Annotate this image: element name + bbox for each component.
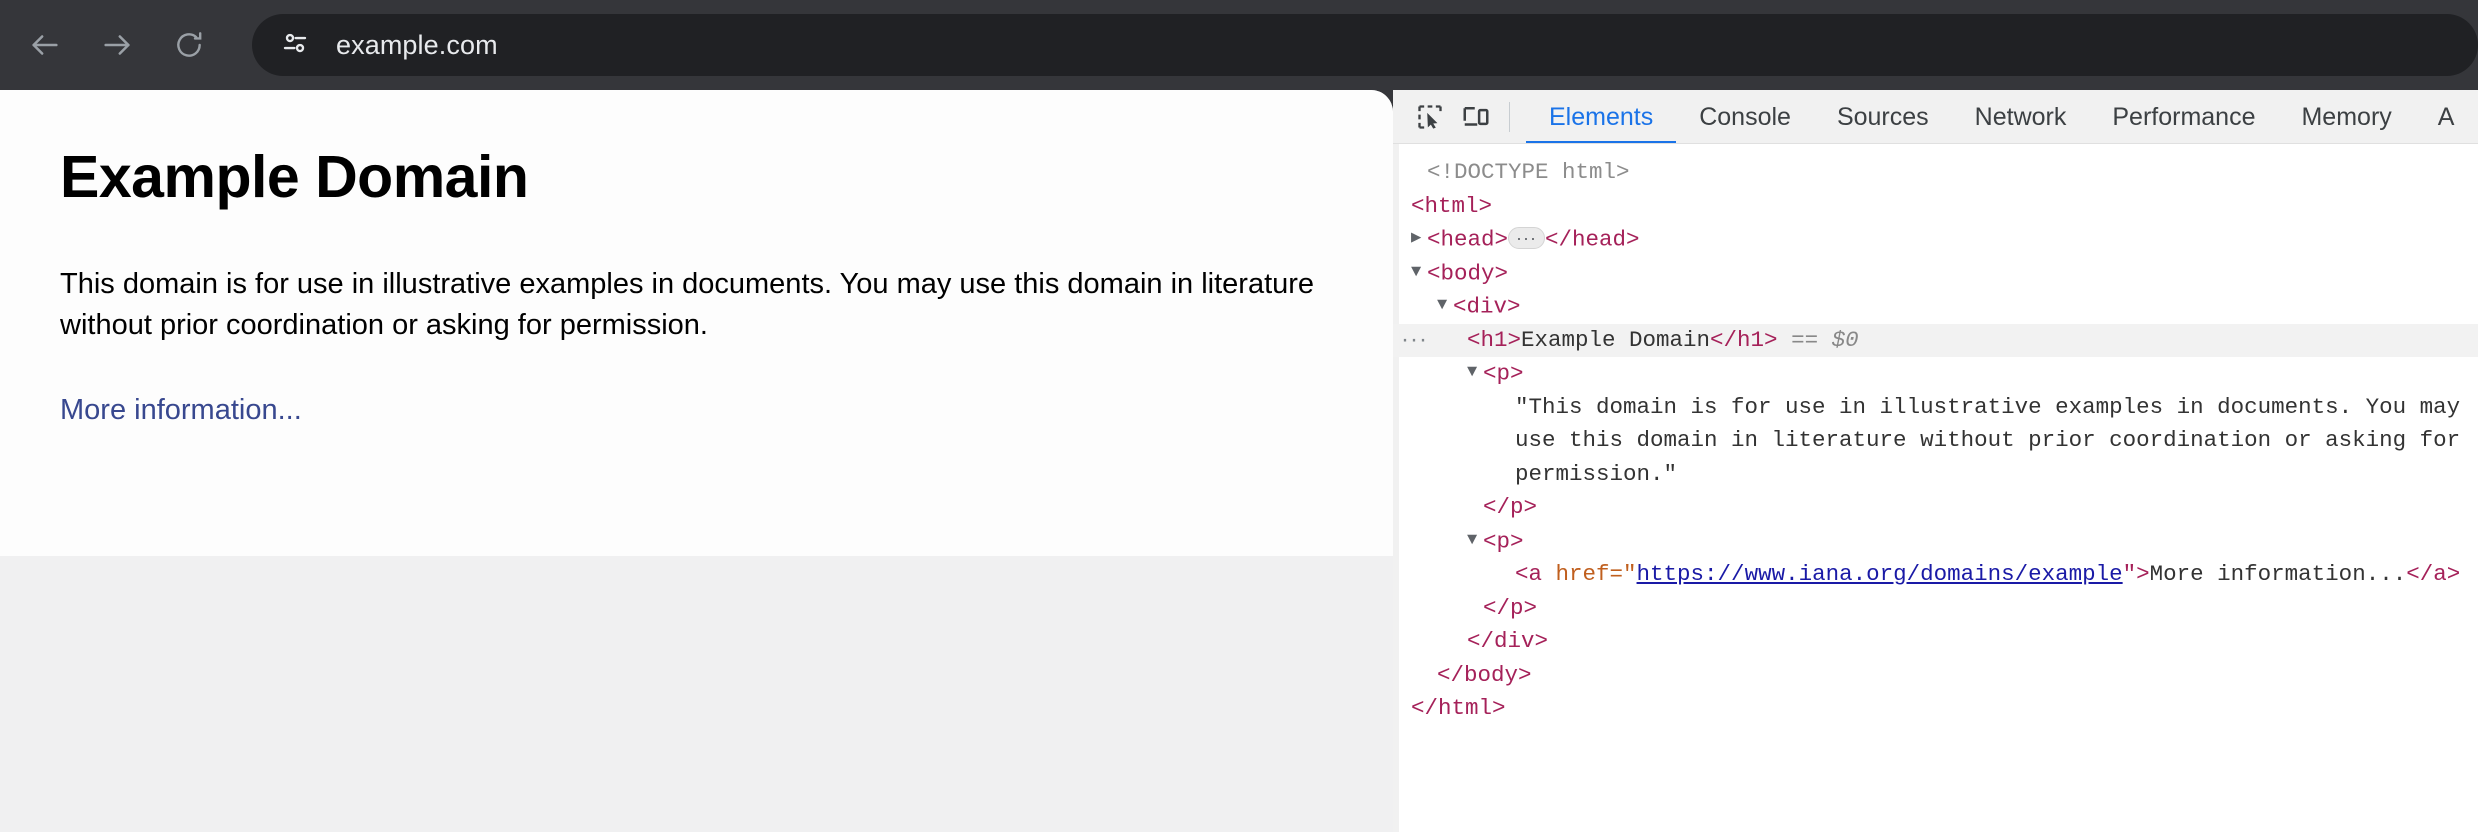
a-href-attr-value[interactable]: https://www.iana.org/domains/example bbox=[1637, 561, 2123, 587]
expand-triangle-expanded-icon[interactable]: ▼ bbox=[1467, 524, 1483, 558]
content-area: Example Domain This domain is for use in… bbox=[0, 90, 2478, 832]
dom-row-p1-text-line1[interactable]: "This domain is for use in illustrative … bbox=[1393, 391, 2478, 425]
a-eq-quote: =" bbox=[1609, 561, 1637, 587]
dom-row-body-open[interactable]: ▼ <body> bbox=[1393, 257, 2478, 291]
selected-node-marker: == $0 bbox=[1791, 326, 1859, 353]
dom-row-p1-close[interactable]: </p> bbox=[1393, 491, 2478, 525]
dom-row-div-open[interactable]: ▼ <div> bbox=[1393, 290, 2478, 324]
expand-triangle-expanded-icon[interactable]: ▼ bbox=[1437, 289, 1453, 323]
forward-button[interactable] bbox=[86, 14, 148, 76]
arrow-left-icon bbox=[28, 28, 62, 62]
expand-triangle-expanded-icon[interactable]: ▼ bbox=[1467, 356, 1483, 390]
p1-open-tag: <p> bbox=[1483, 360, 1524, 387]
url-text[interactable]: example.com bbox=[336, 30, 498, 61]
devtools-panel: Elements Console Sources Network Perform… bbox=[1393, 90, 2478, 832]
dom-row-body-close[interactable]: </body> bbox=[1393, 659, 2478, 693]
dom-tree[interactable]: <!DOCTYPE html> <html> ▶ <head> ··· </head>… bbox=[1393, 144, 2478, 832]
toolbar-divider bbox=[1509, 101, 1510, 132]
h1-open-tag: <h1> bbox=[1467, 326, 1522, 353]
page-paragraph: This domain is for use in illustrative e… bbox=[60, 267, 1315, 341]
dom-row-anchor[interactable]: <a href="https://www.iana.org/domains/ex… bbox=[1393, 558, 2478, 592]
head-open-tag: <head> bbox=[1427, 226, 1509, 253]
tab-elements[interactable]: Elements bbox=[1526, 90, 1677, 143]
address-bar[interactable]: example.com bbox=[252, 14, 2478, 76]
div-open-tag: <div> bbox=[1453, 293, 1521, 320]
a-close-tag: </a> bbox=[2406, 561, 2461, 587]
tune-sliders-icon bbox=[280, 28, 310, 63]
a-open-prefix: <a bbox=[1515, 561, 1556, 587]
page-viewport: Example Domain This domain is for use in… bbox=[0, 90, 1393, 832]
inspect-element-icon bbox=[1416, 103, 1444, 131]
doctype-text: <!DOCTYPE html> bbox=[1427, 159, 1630, 185]
dom-row-p1-text-line3[interactable]: permission." bbox=[1393, 458, 2478, 492]
tab-performance[interactable]: Performance bbox=[2089, 90, 2278, 143]
reload-button[interactable] bbox=[158, 14, 220, 76]
back-button[interactable] bbox=[14, 14, 76, 76]
expand-triangle-collapsed-icon[interactable]: ▶ bbox=[1411, 222, 1427, 256]
devtools-tabbar: Elements Console Sources Network Perform… bbox=[1393, 90, 2478, 144]
dom-row-h1[interactable]: ··· <h1>Example Domain</h1> == $0 bbox=[1393, 323, 2478, 357]
device-toolbar-button[interactable] bbox=[1453, 94, 1499, 140]
tab-console[interactable]: Console bbox=[1676, 90, 1814, 143]
site-settings-button[interactable] bbox=[268, 18, 322, 72]
tab-application[interactable]: A bbox=[2415, 90, 2478, 143]
p1-text-line1: "This domain is for use in illustrative … bbox=[1515, 393, 2461, 420]
browser-toolbar: example.com bbox=[0, 0, 2478, 90]
dom-row-p1-open[interactable]: ▼ <p> bbox=[1393, 357, 2478, 391]
dom-row-html-close[interactable]: </html> bbox=[1393, 692, 2478, 726]
dom-row-div-close[interactable]: </div> bbox=[1393, 625, 2478, 659]
a-href-attr-name: href bbox=[1555, 561, 1610, 587]
head-close-tag: </head> bbox=[1545, 226, 1640, 253]
html-open-tag: <html> bbox=[1411, 192, 1493, 219]
page-content-card: Example Domain This domain is for use in… bbox=[0, 90, 1393, 556]
expand-triangle-expanded-icon[interactable]: ▼ bbox=[1411, 256, 1427, 290]
more-information-link[interactable]: More information... bbox=[60, 394, 302, 427]
p1-text-line3: permission." bbox=[1515, 460, 1678, 487]
dom-row-p2-open[interactable]: ▼ <p> bbox=[1393, 525, 2478, 559]
arrow-right-icon bbox=[100, 28, 134, 62]
tab-sources[interactable]: Sources bbox=[1814, 90, 1952, 143]
tab-memory[interactable]: Memory bbox=[2278, 90, 2414, 143]
div-close-tag: </div> bbox=[1467, 628, 1549, 654]
reload-icon bbox=[173, 29, 205, 61]
p2-open-tag: <p> bbox=[1483, 528, 1524, 555]
h1-text-node: Example Domain bbox=[1521, 326, 1711, 353]
device-toolbar-icon bbox=[1461, 102, 1491, 132]
browser-window: example.com Example Domain This domain i… bbox=[0, 0, 2478, 832]
a-text-node: More information... bbox=[2149, 561, 2407, 587]
dom-row-p1-text-line2[interactable]: use this domain in literature without pr… bbox=[1393, 424, 2478, 458]
body-open-tag: <body> bbox=[1427, 260, 1509, 287]
row-options-dots-icon[interactable]: ··· bbox=[1401, 324, 1428, 355]
page-title: Example Domain bbox=[60, 144, 529, 210]
p2-close-tag: </p> bbox=[1483, 594, 1538, 621]
dom-row-head[interactable]: ▶ <head> ··· </head> bbox=[1393, 223, 2478, 257]
dom-row-html-open[interactable]: <html> bbox=[1393, 190, 2478, 224]
html-close-tag: </html> bbox=[1411, 695, 1506, 721]
dom-row-doctype[interactable]: <!DOCTYPE html> bbox=[1393, 156, 2478, 190]
tab-network[interactable]: Network bbox=[1952, 90, 2090, 143]
h1-close-tag: </h1> bbox=[1710, 326, 1778, 353]
p1-text-line2: use this domain in literature without pr… bbox=[1515, 427, 2461, 453]
collapsed-children-badge[interactable]: ··· bbox=[1508, 226, 1545, 249]
body-close-tag: </body> bbox=[1437, 661, 1532, 688]
a-quote-gt: "> bbox=[2122, 561, 2150, 587]
inspect-element-button[interactable] bbox=[1407, 94, 1453, 140]
dom-row-p2-close[interactable]: </p> bbox=[1393, 592, 2478, 626]
p1-close-tag: </p> bbox=[1483, 494, 1538, 520]
